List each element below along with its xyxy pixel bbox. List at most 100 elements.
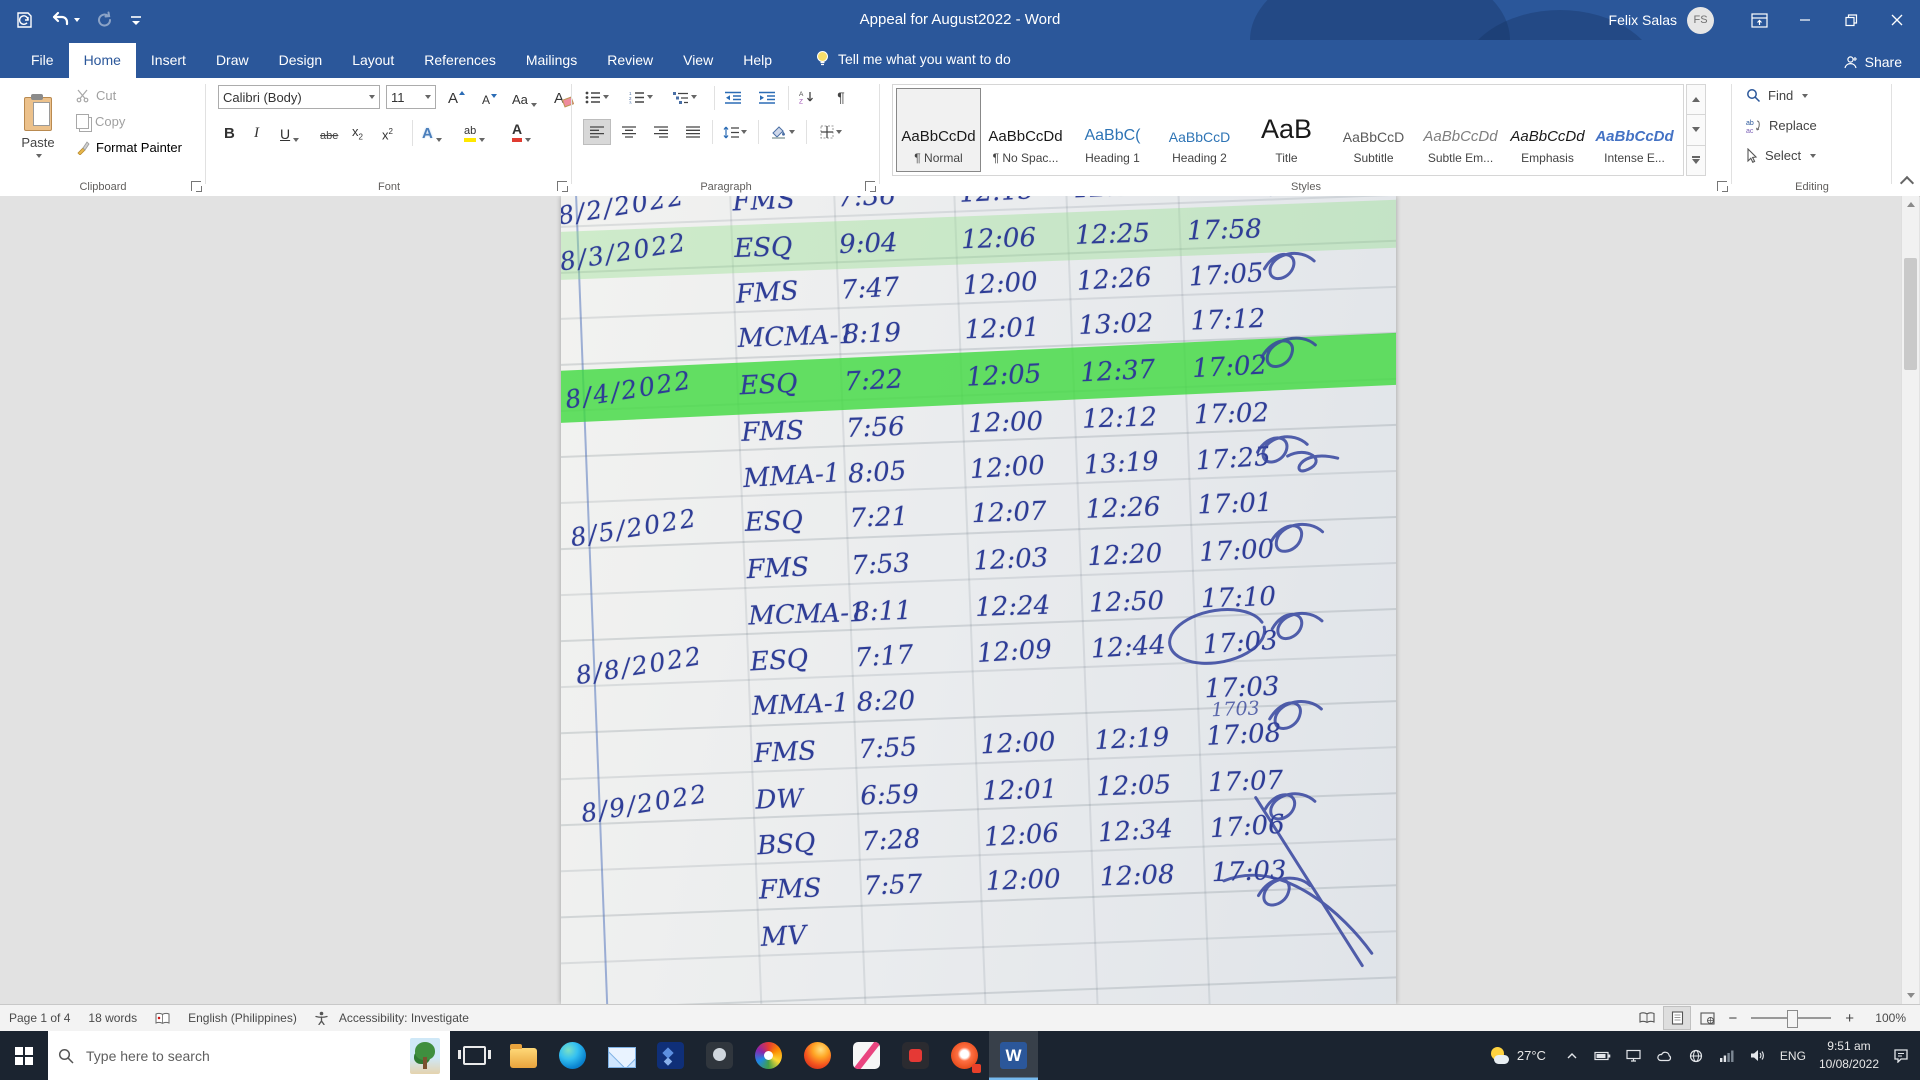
change-case-button[interactable]: Aa xyxy=(512,85,537,109)
file-explorer-icon[interactable] xyxy=(499,1031,548,1080)
page-indicator[interactable]: Page 1 of 4 xyxy=(0,1005,79,1031)
user-name[interactable]: Felix Salas xyxy=(1609,12,1677,28)
read-mode-icon[interactable] xyxy=(1634,1007,1660,1029)
grow-font-button[interactable]: A xyxy=(448,85,458,109)
scroll-up-icon[interactable] xyxy=(1902,196,1919,213)
style-subtle-em[interactable]: AaBbCcDdSubtle Em... xyxy=(1418,88,1503,172)
sort-button[interactable]: AZ xyxy=(794,85,820,109)
ribbon-display-options-icon[interactable] xyxy=(1736,0,1782,40)
styles-scroll-down-icon[interactable] xyxy=(1686,115,1706,145)
monitor-icon[interactable] xyxy=(1625,1047,1643,1065)
tell-me-box[interactable]: Tell me what you want to do xyxy=(815,50,1011,78)
network-bars-icon[interactable] xyxy=(1718,1047,1736,1065)
style-title[interactable]: AaBTitle xyxy=(1244,88,1329,172)
design-app-icon[interactable] xyxy=(842,1031,891,1080)
font-dialog-launcher-icon[interactable] xyxy=(557,181,567,191)
firefox-browser-icon[interactable] xyxy=(793,1031,842,1080)
styles-dialog-launcher-icon[interactable] xyxy=(1717,181,1727,191)
tab-file[interactable]: File xyxy=(16,43,69,78)
save-icon[interactable] xyxy=(14,10,34,30)
zoom-in-button[interactable]: + xyxy=(1841,1010,1858,1027)
task-view-icon[interactable] xyxy=(450,1031,499,1080)
replace-button[interactable]: abac Replace xyxy=(1746,118,1817,133)
tab-view[interactable]: View xyxy=(668,43,728,78)
paste-dropdown-icon[interactable] xyxy=(36,154,42,158)
vertical-scrollbar[interactable] xyxy=(1901,196,1919,1004)
paste-button[interactable]: Paste xyxy=(8,83,68,171)
justify-button[interactable] xyxy=(680,120,706,144)
numbering-button[interactable]: 123 xyxy=(628,85,654,109)
tab-mailings[interactable]: Mailings xyxy=(511,43,592,78)
colorful-round-app-icon[interactable] xyxy=(744,1031,793,1080)
highlight-color-button[interactable]: ab xyxy=(464,120,485,144)
start-button[interactable] xyxy=(0,1031,48,1080)
word-count[interactable]: 18 words xyxy=(79,1005,146,1031)
taskbar-search[interactable] xyxy=(48,1031,450,1080)
mail-app-icon[interactable] xyxy=(597,1031,646,1080)
dark-app-icon[interactable] xyxy=(695,1031,744,1080)
document-page[interactable]: 8/2/2022FMS7:3612:1512:5017:208/3/2022ES… xyxy=(561,196,1396,1004)
multilevel-list-button[interactable] xyxy=(672,85,698,109)
action-center-icon[interactable] xyxy=(1892,1047,1910,1065)
superscript-button[interactable]: x2 xyxy=(382,120,393,144)
shrink-font-button[interactable]: A xyxy=(482,85,490,109)
paragraph-dialog-launcher-icon[interactable] xyxy=(865,181,875,191)
font-family-select[interactable]: Calibri (Body) xyxy=(218,85,380,109)
speaker-icon[interactable] xyxy=(1749,1047,1767,1065)
decrease-indent-button[interactable] xyxy=(720,85,746,109)
style-heading-2[interactable]: AaBbCcDHeading 2 xyxy=(1157,88,1242,172)
style-subtitle[interactable]: AaBbCcDSubtitle xyxy=(1331,88,1416,172)
close-button[interactable] xyxy=(1874,0,1920,40)
language-indicator[interactable]: English (Philippines) xyxy=(179,1005,306,1031)
undo-dropdown-icon[interactable] xyxy=(74,18,80,22)
zoom-slider[interactable] xyxy=(1751,1017,1831,1019)
document-canvas[interactable]: 8/2/2022FMS7:3612:1512:5017:208/3/2022ES… xyxy=(0,196,1901,1004)
align-left-button[interactable] xyxy=(584,120,610,144)
zoom-slider-thumb[interactable] xyxy=(1787,1010,1798,1028)
format-painter-button[interactable]: Format Painter xyxy=(76,140,182,155)
show-paragraph-marks-button[interactable]: ¶ xyxy=(828,85,854,109)
subscript-button[interactable]: x2 xyxy=(352,120,363,144)
scroll-down-icon[interactable] xyxy=(1902,987,1919,1004)
accessibility-icon[interactable] xyxy=(306,1005,337,1031)
select-button[interactable]: Select xyxy=(1746,148,1816,163)
tab-help[interactable]: Help xyxy=(728,43,787,78)
edge-browser-icon[interactable] xyxy=(548,1031,597,1080)
red-dark-app-icon[interactable] xyxy=(891,1031,940,1080)
scrollbar-thumb[interactable] xyxy=(1904,258,1917,370)
taskbar-clock[interactable]: 9:51 am 10/08/2022 xyxy=(1819,1038,1879,1073)
underline-button[interactable]: U xyxy=(280,120,299,144)
weather-widget[interactable]: 27°C xyxy=(1486,1046,1550,1066)
font-size-select[interactable]: 11 xyxy=(386,85,436,109)
find-button[interactable]: Find xyxy=(1746,88,1808,103)
bold-button[interactable]: B xyxy=(224,120,235,144)
tab-layout[interactable]: Layout xyxy=(337,43,409,78)
strikethrough-button[interactable]: abe xyxy=(320,120,338,144)
web-layout-icon[interactable] xyxy=(1694,1007,1720,1029)
search-input[interactable] xyxy=(84,1047,400,1065)
clipboard-dialog-launcher-icon[interactable] xyxy=(191,181,201,191)
style-heading-1[interactable]: AaBbC(Heading 1 xyxy=(1070,88,1155,172)
styles-scroll-up-icon[interactable] xyxy=(1686,84,1706,115)
style-intense-e[interactable]: AaBbCcDdIntense E... xyxy=(1592,88,1677,172)
restore-button[interactable] xyxy=(1828,0,1874,40)
zoom-level[interactable]: 100% xyxy=(1862,1011,1906,1025)
avatar[interactable]: FS xyxy=(1687,7,1714,34)
text-effects-button[interactable]: A xyxy=(422,120,442,144)
collapse-ribbon-icon[interactable] xyxy=(1900,176,1914,190)
tab-draw[interactable]: Draw xyxy=(201,43,264,78)
borders-button[interactable] xyxy=(814,120,848,144)
print-layout-icon[interactable] xyxy=(1664,1007,1690,1029)
bullets-button[interactable] xyxy=(584,85,610,109)
increase-indent-button[interactable] xyxy=(754,85,780,109)
search-highlight-tree-icon[interactable] xyxy=(410,1038,440,1074)
cloud-icon[interactable] xyxy=(1656,1047,1674,1065)
align-center-button[interactable] xyxy=(616,120,642,144)
battery-icon[interactable] xyxy=(1594,1047,1612,1065)
align-right-button[interactable] xyxy=(648,120,674,144)
clear-formatting-button[interactable]: A xyxy=(554,85,564,109)
style-emphasis[interactable]: AaBbCcDdEmphasis xyxy=(1505,88,1590,172)
globe-icon[interactable] xyxy=(1687,1047,1705,1065)
shading-button[interactable] xyxy=(766,120,800,144)
undo-icon[interactable] xyxy=(50,11,80,29)
